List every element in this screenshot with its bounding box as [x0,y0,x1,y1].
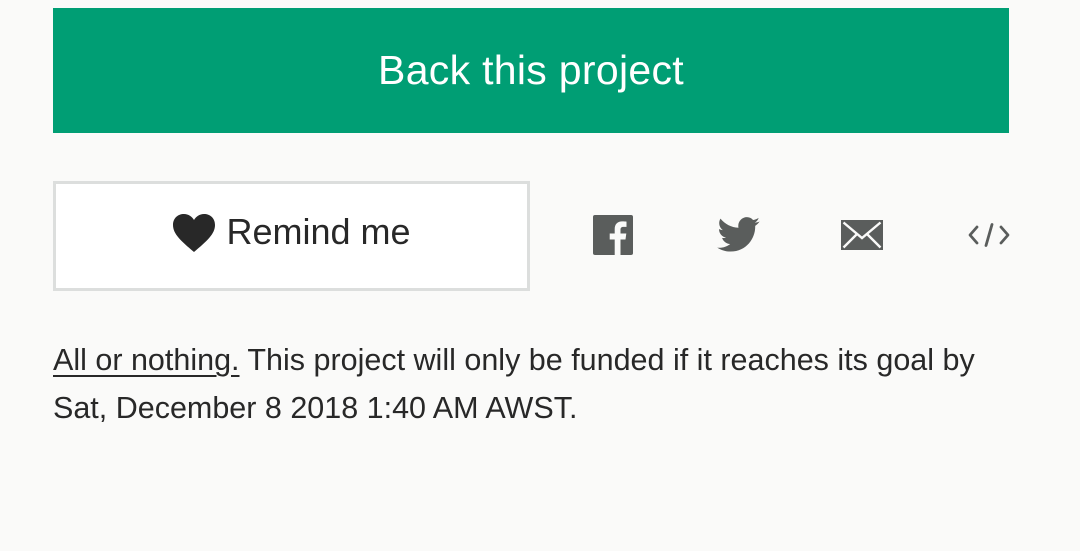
all-or-nothing-link[interactable]: All or nothing. [53,343,240,377]
twitter-share-icon[interactable] [716,212,762,258]
remind-me-label: Remind me [226,211,411,252]
remind-me-button[interactable]: Remind me [53,181,530,291]
facebook-share-icon[interactable] [592,212,634,258]
back-this-project-label: Back this project [378,47,684,93]
funding-note: All or nothing. This project will only b… [53,336,1023,432]
embed-code-icon[interactable] [966,212,1012,258]
back-this-project-button[interactable]: Back this project [53,8,1009,133]
email-share-icon[interactable] [840,212,884,258]
heart-icon [172,213,216,253]
